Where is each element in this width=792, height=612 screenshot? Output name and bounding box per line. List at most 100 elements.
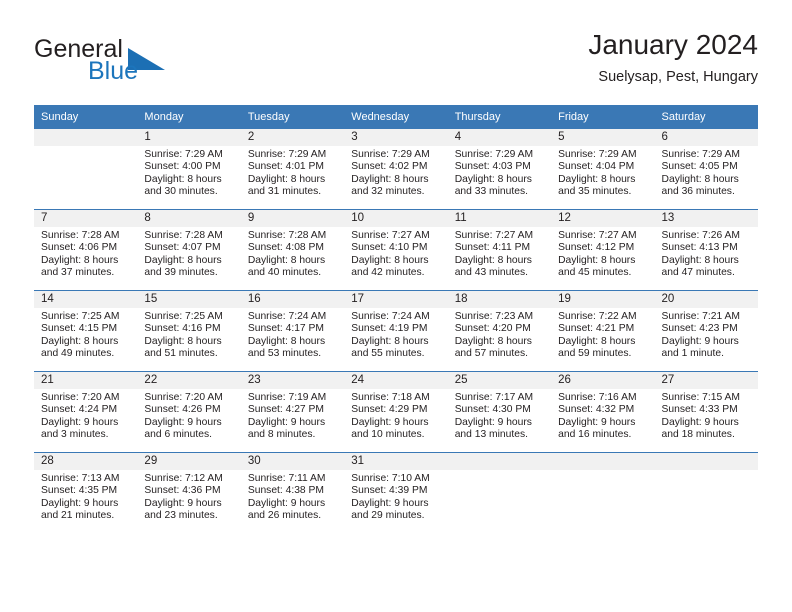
weekday-header-thursday: Thursday bbox=[447, 105, 552, 129]
sunrise-text: Sunrise: 7:18 AM bbox=[351, 392, 430, 403]
day-cell-inner: 13 Sunrise: 7:26 AM Sunset: 4:13 PM Dayligh… bbox=[654, 210, 758, 290]
calendar-day-cell[interactable]: 4 Sunrise: 7:29 AM Sunset: 4:03 PM Daylight… bbox=[447, 128, 552, 210]
calendar-day-cell[interactable]: 26 Sunrise: 7:16 AM Sunset: 4:32 PM Dayligh… bbox=[551, 371, 655, 453]
calendar-day-cell[interactable]: 2 Sunrise: 7:29 AM Sunset: 4:01 PM Daylight… bbox=[240, 128, 345, 210]
calendar-day-cell[interactable]: 21 Sunrise: 7:20 AM Sunset: 4:24 PM Dayligh… bbox=[34, 371, 138, 453]
sunset-text: Sunset: 4:04 PM bbox=[558, 161, 635, 173]
calendar-empty-cell bbox=[34, 128, 138, 210]
daylight-text: Daylight: 8 hours and 30 minutes. bbox=[144, 173, 222, 197]
calendar-week-row: 7 Sunrise: 7:28 AM Sunset: 4:06 PM Daylight… bbox=[34, 209, 758, 291]
calendar-day-cell[interactable]: 3 Sunrise: 7:29 AM Sunset: 4:02 PM Daylight… bbox=[344, 128, 448, 210]
day-cell-inner: 5 Sunrise: 7:29 AM Sunset: 4:04 PM Daylight… bbox=[551, 129, 655, 209]
sunset-text: Sunset: 4:13 PM bbox=[661, 242, 738, 254]
day-cell-inner: 28 Sunrise: 7:13 AM Sunset: 4:35 PM Dayligh… bbox=[34, 453, 138, 533]
sunrise-text: Sunrise: 7:29 AM bbox=[558, 149, 637, 160]
sunset-text: Sunset: 4:19 PM bbox=[351, 323, 428, 335]
location-subtitle: Suelysap, Pest, Hungary bbox=[598, 69, 758, 85]
sunset-text: Sunset: 4:30 PM bbox=[454, 404, 531, 416]
calendar-day-cell[interactable]: 22 Sunrise: 7:20 AM Sunset: 4:26 PM Dayligh… bbox=[137, 371, 241, 453]
calendar-day-cell[interactable]: 15 Sunrise: 7:25 AM Sunset: 4:16 PM Dayligh… bbox=[137, 290, 241, 372]
calendar-day-cell[interactable]: 23 Sunrise: 7:19 AM Sunset: 4:27 PM Dayligh… bbox=[240, 371, 345, 453]
day-details: Sunrise: 7:25 AM Sunset: 4:15 PM Daylight:… bbox=[34, 308, 137, 360]
day-number: 28 bbox=[34, 453, 138, 470]
daylight-text: Daylight: 8 hours and 51 minutes. bbox=[144, 335, 222, 359]
sunrise-text: Sunrise: 7:28 AM bbox=[247, 230, 327, 241]
daylight-text: Daylight: 9 hours and 29 minutes. bbox=[351, 497, 429, 521]
day-cell-inner: 15 Sunrise: 7:25 AM Sunset: 4:16 PM Dayligh… bbox=[137, 291, 241, 371]
calendar-day-cell[interactable]: 30 Sunrise: 7:11 AM Sunset: 4:38 PM Dayligh… bbox=[240, 452, 345, 533]
sunset-text: Sunset: 4:02 PM bbox=[351, 161, 428, 173]
day-cell-inner: 19 Sunrise: 7:22 AM Sunset: 4:21 PM Dayligh… bbox=[551, 291, 655, 371]
calendar-day-cell[interactable]: 13 Sunrise: 7:26 AM Sunset: 4:13 PM Dayligh… bbox=[654, 209, 758, 291]
daylight-text: Daylight: 9 hours and 18 minutes. bbox=[661, 416, 739, 440]
day-cell-inner: 18 Sunrise: 7:23 AM Sunset: 4:20 PM Dayligh… bbox=[447, 291, 552, 371]
sunset-text: Sunset: 4:35 PM bbox=[41, 485, 118, 497]
calendar-day-cell[interactable]: 31 Sunrise: 7:10 AM Sunset: 4:39 PM Dayligh… bbox=[344, 452, 448, 533]
calendar-day-cell[interactable]: 17 Sunrise: 7:24 AM Sunset: 4:19 PM Dayligh… bbox=[344, 290, 448, 372]
day-number bbox=[551, 453, 655, 470]
day-details: Sunrise: 7:29 AM Sunset: 4:00 PM Daylight:… bbox=[137, 146, 240, 198]
calendar-day-cell[interactable]: 7 Sunrise: 7:28 AM Sunset: 4:06 PM Daylight… bbox=[34, 209, 138, 291]
sunrise-text: Sunrise: 7:12 AM bbox=[144, 473, 223, 484]
daylight-text: Daylight: 8 hours and 57 minutes. bbox=[454, 335, 532, 359]
calendar-day-cell[interactable]: 6 Sunrise: 7:29 AM Sunset: 4:05 PM Daylight… bbox=[654, 128, 758, 210]
calendar-day-cell[interactable]: 24 Sunrise: 7:18 AM Sunset: 4:29 PM Dayligh… bbox=[344, 371, 448, 453]
sunset-text: Sunset: 4:32 PM bbox=[558, 404, 635, 416]
daylight-text: Daylight: 9 hours and 23 minutes. bbox=[144, 497, 222, 521]
calendar-day-cell[interactable]: 9 Sunrise: 7:28 AM Sunset: 4:08 PM Daylight… bbox=[240, 209, 345, 291]
calendar-day-cell[interactable]: 8 Sunrise: 7:28 AM Sunset: 4:07 PM Daylight… bbox=[137, 209, 241, 291]
daylight-text: Daylight: 9 hours and 26 minutes. bbox=[247, 497, 326, 521]
day-cell-inner: 30 Sunrise: 7:11 AM Sunset: 4:38 PM Dayligh… bbox=[240, 453, 345, 533]
weekday-header-wednesday: Wednesday bbox=[344, 105, 448, 129]
calendar-day-cell[interactable]: 5 Sunrise: 7:29 AM Sunset: 4:04 PM Daylight… bbox=[551, 128, 655, 210]
calendar-table: Sunday Monday Tuesday Wednesday Thursday… bbox=[34, 105, 758, 533]
day-number: 11 bbox=[447, 210, 552, 227]
calendar-day-cell[interactable]: 16 Sunrise: 7:24 AM Sunset: 4:17 PM Dayligh… bbox=[240, 290, 345, 372]
calendar-day-cell[interactable]: 11 Sunrise: 7:27 AM Sunset: 4:11 PM Dayligh… bbox=[447, 209, 552, 291]
day-number: 30 bbox=[240, 453, 345, 470]
calendar-day-cell[interactable]: 14 Sunrise: 7:25 AM Sunset: 4:15 PM Dayligh… bbox=[34, 290, 138, 372]
calendar-day-cell[interactable]: 27 Sunrise: 7:15 AM Sunset: 4:33 PM Dayligh… bbox=[654, 371, 758, 453]
day-number bbox=[654, 453, 758, 470]
day-details: Sunrise: 7:29 AM Sunset: 4:01 PM Daylight:… bbox=[241, 146, 344, 198]
page-title: January 2024 bbox=[588, 29, 758, 60]
day-details: Sunrise: 7:16 AM Sunset: 4:32 PM Daylight:… bbox=[551, 389, 654, 441]
daylight-text: Daylight: 8 hours and 55 minutes. bbox=[351, 335, 429, 359]
day-cell-inner: 6 Sunrise: 7:29 AM Sunset: 4:05 PM Daylight… bbox=[654, 129, 758, 209]
day-cell-inner: 17 Sunrise: 7:24 AM Sunset: 4:19 PM Dayligh… bbox=[344, 291, 448, 371]
calendar-day-cell[interactable]: 18 Sunrise: 7:23 AM Sunset: 4:20 PM Dayligh… bbox=[447, 290, 552, 372]
general-blue-logo[interactable]: General Blue bbox=[34, 36, 254, 94]
sunset-text: Sunset: 4:21 PM bbox=[558, 323, 635, 335]
day-cell-inner: 3 Sunrise: 7:29 AM Sunset: 4:02 PM Daylight… bbox=[344, 129, 448, 209]
sunset-text: Sunset: 4:33 PM bbox=[661, 404, 738, 416]
calendar-day-cell[interactable]: 25 Sunrise: 7:17 AM Sunset: 4:30 PM Dayligh… bbox=[447, 371, 552, 453]
calendar-day-cell[interactable]: 20 Sunrise: 7:21 AM Sunset: 4:23 PM Dayligh… bbox=[654, 290, 758, 372]
daylight-text: Daylight: 8 hours and 31 minutes. bbox=[247, 173, 326, 197]
day-details: Sunrise: 7:12 AM Sunset: 4:36 PM Daylight:… bbox=[137, 470, 240, 522]
title-block: January 2024 Suelysap, Pest, Hungary bbox=[588, 28, 758, 88]
calendar-day-cell[interactable]: 1 Sunrise: 7:29 AM Sunset: 4:00 PM Daylight… bbox=[137, 128, 241, 210]
day-details: Sunrise: 7:27 AM Sunset: 4:11 PM Daylight:… bbox=[448, 227, 551, 279]
day-details: Sunrise: 7:24 AM Sunset: 4:17 PM Daylight:… bbox=[241, 308, 344, 360]
day-number: 4 bbox=[447, 129, 552, 146]
daylight-text: Daylight: 8 hours and 33 minutes. bbox=[454, 173, 532, 197]
daylight-text: Daylight: 8 hours and 39 minutes. bbox=[144, 254, 222, 278]
day-details: Sunrise: 7:28 AM Sunset: 4:06 PM Daylight:… bbox=[34, 227, 137, 279]
day-cell-inner: 22 Sunrise: 7:20 AM Sunset: 4:26 PM Dayligh… bbox=[137, 372, 241, 452]
day-details: Sunrise: 7:26 AM Sunset: 4:13 PM Daylight:… bbox=[655, 227, 758, 279]
daylight-text: Daylight: 9 hours and 6 minutes. bbox=[144, 416, 222, 440]
day-number: 20 bbox=[654, 291, 758, 308]
day-number: 1 bbox=[137, 129, 241, 146]
weekday-header-sunday: Sunday bbox=[34, 105, 138, 129]
calendar-day-cell[interactable]: 28 Sunrise: 7:13 AM Sunset: 4:35 PM Dayligh… bbox=[34, 452, 138, 533]
day-cell-inner: 2 Sunrise: 7:29 AM Sunset: 4:01 PM Daylight… bbox=[240, 129, 345, 209]
day-details: Sunrise: 7:27 AM Sunset: 4:10 PM Daylight:… bbox=[344, 227, 447, 279]
calendar-day-cell[interactable]: 29 Sunrise: 7:12 AM Sunset: 4:36 PM Dayligh… bbox=[137, 452, 241, 533]
day-number: 31 bbox=[344, 453, 448, 470]
calendar-day-cell[interactable]: 12 Sunrise: 7:27 AM Sunset: 4:12 PM Dayligh… bbox=[551, 209, 655, 291]
day-details: Sunrise: 7:20 AM Sunset: 4:24 PM Daylight:… bbox=[34, 389, 137, 441]
weekday-header-saturday: Saturday bbox=[654, 105, 758, 129]
sunrise-text: Sunrise: 7:23 AM bbox=[454, 311, 534, 322]
calendar-day-cell[interactable]: 19 Sunrise: 7:22 AM Sunset: 4:21 PM Dayligh… bbox=[551, 290, 655, 372]
calendar-day-cell[interactable]: 10 Sunrise: 7:27 AM Sunset: 4:10 PM Dayligh… bbox=[344, 209, 448, 291]
